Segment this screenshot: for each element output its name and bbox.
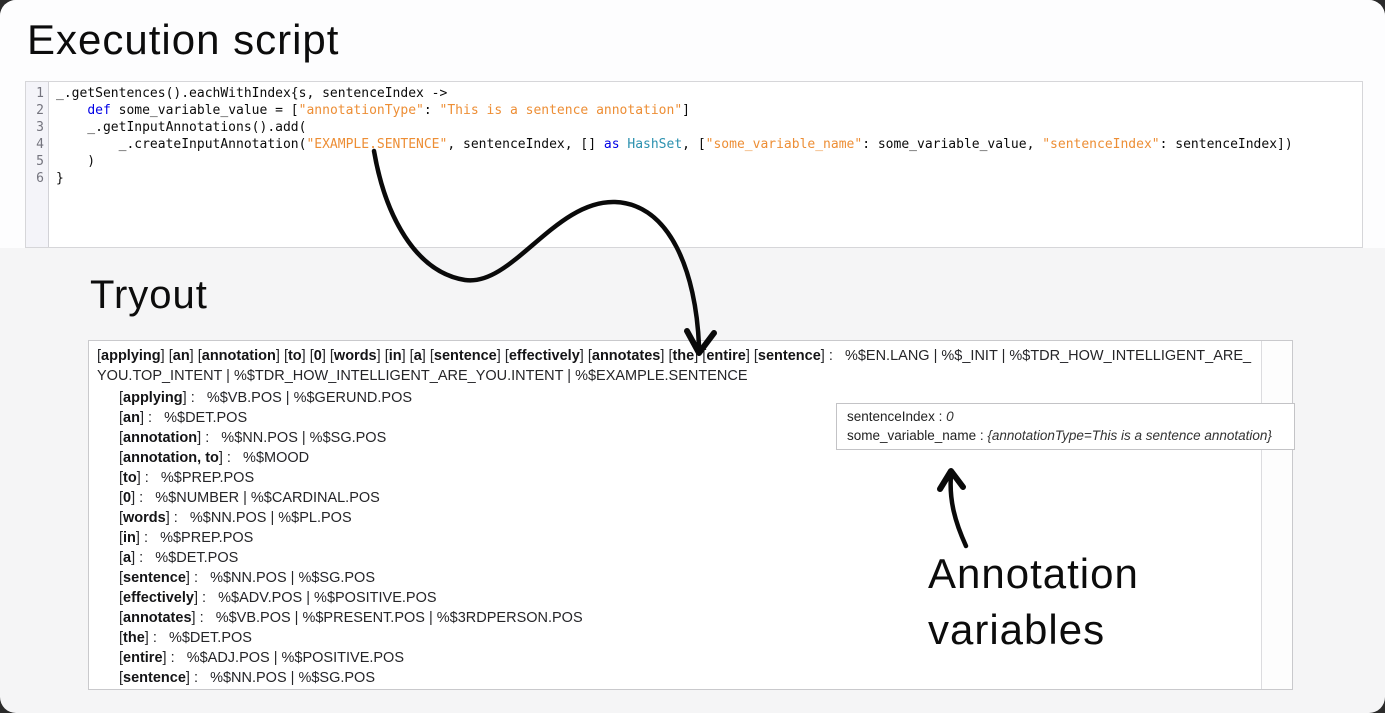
code-token-string: "sentenceIndex" [1042,137,1159,152]
code-token-plain: , [ [682,137,705,152]
token-annotation-row: [to] : %$PREP.POS [97,468,1258,488]
token-word: annotates [123,610,192,626]
tooltip-variable-value: 0 [946,409,954,424]
tryout-scrollbar[interactable] [1261,341,1292,689]
token-word: applying [123,390,183,406]
token-word: an [173,348,190,364]
code-editor[interactable]: 123456 _.getSentences().eachWithIndex{s,… [25,81,1363,248]
token-annotation-row: [sentence] : %$NN.POS | %$SG.POS [97,668,1258,688]
code-token-string: "annotationType" [299,103,424,118]
token-word: words [334,348,377,364]
token-word: annotation, to [123,450,219,466]
line-number: 6 [26,170,48,187]
code-token-class: HashSet [627,137,682,152]
code-token-plain: : sentenceIndex]) [1160,137,1293,152]
execution-script-title: Execution script [27,16,339,64]
token-annotation-row: [words] : %$NN.POS | %$PL.POS [97,508,1258,528]
line-number-gutter: 123456 [26,82,49,247]
code-lines[interactable]: _.getSentences().eachWithIndex{s, senten… [49,82,1362,247]
token-word: to [123,470,137,486]
code-token-plain: _.getSentences().eachWithIndex{s, senten… [56,86,447,101]
code-token-plain: , sentenceIndex, [] [447,137,604,152]
token-word: to [288,348,302,364]
token-word: annotation [123,430,197,446]
code-line[interactable]: } [56,170,1362,187]
token-word: 0 [314,348,322,364]
code-token-keyword: as [604,137,620,152]
code-token-plain: _.createInputAnnotation( [56,137,306,152]
token-word: words [123,510,166,526]
annotation-variables-tooltip: sentenceIndex : 0some_variable_name : {a… [836,403,1295,450]
token-word: entire [123,650,163,666]
token-word: effectively [123,590,194,606]
tooltip-variable-label: sentenceIndex : [847,409,946,424]
line-number: 4 [26,136,48,153]
line-number: 1 [26,85,48,102]
line-number: 2 [26,102,48,119]
token-word: effectively [509,348,580,364]
tooltip-variable-value: {annotationType=This is a sentence annot… [987,428,1272,443]
token-word: entire [706,348,746,364]
note-line1: Annotation [928,546,1139,602]
code-token-plain: : [424,103,440,118]
screenshot-page: Execution script 123456 _.getSentences()… [0,0,1385,713]
token-word: the [672,348,694,364]
code-token-plain: : some_variable_value, [862,137,1042,152]
code-token-plain: _.getInputAnnotations().add( [56,120,306,135]
code-line[interactable]: _.getSentences().eachWithIndex{s, senten… [56,85,1362,102]
token-word: sentence [123,670,186,686]
code-token-string: "some_variable_name" [706,137,863,152]
tryout-title: Tryout [90,272,208,318]
token-word: 0 [123,490,131,506]
token-annotation-row: [annotation, to] : %$MOOD [97,448,1258,468]
tryout-sentence-line: [applying] [an] [annotation] [to] [0] [w… [97,346,1258,386]
code-token-string: "EXAMPLE.SENTENCE" [306,137,447,152]
tooltip-variable-row: some_variable_name : {annotationType=Thi… [847,426,1284,445]
line-number: 3 [26,119,48,136]
token-annotation-row: [in] : %$PREP.POS [97,528,1258,548]
code-line[interactable]: _.getInputAnnotations().add( [56,119,1362,136]
line-number: 5 [26,153,48,170]
token-word: in [123,530,136,546]
code-token-plain: some_variable_value = [ [111,103,299,118]
token-word: annotates [592,348,661,364]
tooltip-variable-label: some_variable_name : [847,428,987,443]
code-token-plain: } [56,171,64,186]
code-line[interactable]: _.createInputAnnotation("EXAMPLE.SENTENC… [56,136,1362,153]
code-line[interactable]: ) [56,153,1362,170]
token-annotation-row: [0] : %$NUMBER | %$CARDINAL.POS [97,488,1258,508]
note-line2: variables [928,602,1139,658]
code-token-plain [56,103,87,118]
annotation-variables-note: Annotation variables [928,546,1139,658]
code-token-keyword: def [87,103,110,118]
token-word: sentence [123,570,186,586]
token-word: annotation [202,348,276,364]
token-word: sentence [758,348,821,364]
token-word: applying [101,348,161,364]
tooltip-variable-row: sentenceIndex : 0 [847,407,1284,426]
code-token-string: "This is a sentence annotation" [440,103,683,118]
token-word: a [123,550,131,566]
code-token-plain: ] [682,103,690,118]
token-word: a [414,348,422,364]
code-token-plain: ) [56,154,95,169]
token-word: in [389,348,402,364]
token-word: an [123,410,140,426]
token-word: the [123,630,145,646]
token-word: sentence [434,348,497,364]
code-line[interactable]: def some_variable_value = ["annotationTy… [56,102,1362,119]
